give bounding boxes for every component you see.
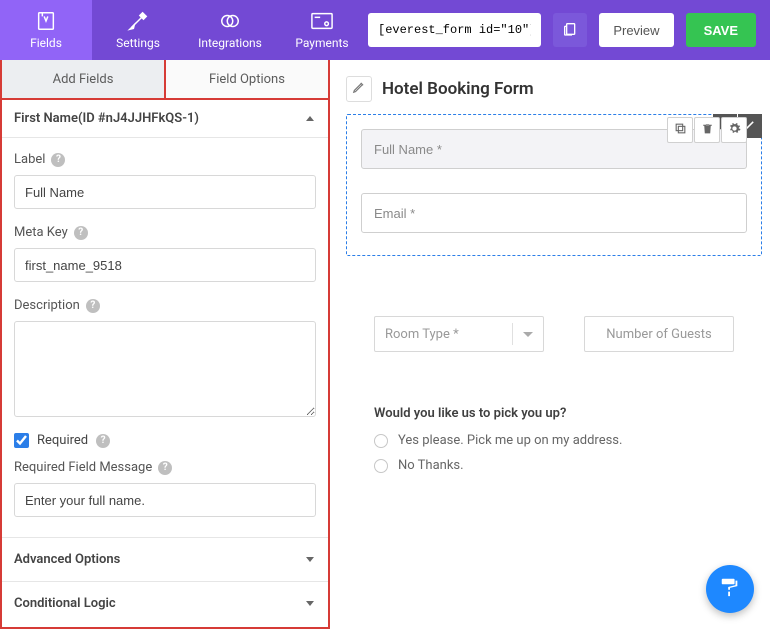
nav-tab-label: Fields [30,36,62,50]
tab-field-options[interactable]: Field Options [166,60,328,100]
guests-label: Number of Guests [606,327,711,342]
room-type-label: Room Type * [385,327,459,342]
field-section-title: First Name(ID #nJ4JJHFkQS-1) [14,111,199,126]
payments-icon [311,10,333,32]
edit-title-button[interactable] [346,76,372,102]
nav-tab-integrations[interactable]: Integrations [184,0,276,60]
pickup-question-title: Would you like us to pick you up? [374,406,762,421]
form-title: Hotel Booking Form [382,79,534,99]
pickup-question: Would you like us to pick you up? Yes pl… [374,406,762,483]
email-field[interactable] [361,193,747,233]
description-label: Description ? [14,298,316,313]
caret-up-icon [306,116,314,121]
radio-icon [374,459,388,473]
conditional-logic-toggle[interactable]: Conditional Logic [2,581,328,625]
theme-fab-button[interactable] [706,565,754,613]
nav-tab-settings[interactable]: Settings [92,0,184,60]
chevron-down-icon [523,332,533,337]
label-input[interactable] [14,175,316,209]
meta-key-label: Meta Key ? [14,225,316,240]
nav-tab-label: Payments [295,36,348,50]
integrations-icon [219,10,241,32]
pickup-option-no[interactable]: No Thanks. [374,458,762,473]
radio-icon [374,434,388,448]
field-settings-button[interactable] [721,117,747,143]
clipboard-icon [562,21,578,40]
copy-icon [674,122,687,139]
tab-add-fields[interactable]: Add Fields [2,60,166,100]
copy-shortcode-button[interactable] [553,13,587,47]
save-button[interactable]: SAVE [686,13,756,47]
form-canvas: Hotel Booking Form Room Type * [330,60,770,629]
field-delete-button[interactable] [694,117,720,143]
form-row-container [346,114,762,256]
nav-tab-fields[interactable]: Fields [0,0,92,60]
required-msg-label: Required Field Message ? [14,460,316,475]
field-duplicate-button[interactable] [667,117,693,143]
help-icon[interactable]: ? [96,434,110,448]
shortcode-box [368,13,541,47]
settings-icon [127,10,149,32]
nav-tab-label: Settings [116,36,160,50]
label-label: Label ? [14,152,316,167]
sidebar-panel: Add Fields Field Options First Name(ID #… [0,60,330,629]
shortcode-input[interactable] [368,13,541,47]
top-navbar: Fields Settings Integrations Payments Pr… [0,0,770,60]
caret-down-icon [306,601,314,606]
pencil-icon [352,80,366,98]
nav-tab-payments[interactable]: Payments [276,0,368,60]
preview-button[interactable]: Preview [599,13,673,47]
field-section-header[interactable]: First Name(ID #nJ4JJHFkQS-1) [2,100,328,138]
help-icon[interactable]: ? [86,299,100,313]
description-textarea[interactable] [14,321,316,417]
room-type-select[interactable]: Room Type * [374,316,544,352]
help-icon[interactable]: ? [158,461,172,475]
advanced-options-toggle[interactable]: Advanced Options [2,537,328,581]
trash-icon [701,122,714,139]
help-icon[interactable]: ? [74,226,88,240]
fields-icon [35,10,57,32]
required-msg-input[interactable] [14,483,316,517]
caret-down-icon [306,557,314,562]
required-label: Required [37,433,88,448]
required-checkbox[interactable] [14,433,29,448]
help-icon[interactable]: ? [51,153,65,167]
meta-key-input[interactable] [14,248,316,282]
nav-tab-label: Integrations [198,36,262,50]
pickup-option-yes[interactable]: Yes please. Pick me up on my address. [374,433,762,448]
paint-roller-icon [719,576,741,602]
guests-field[interactable]: Number of Guests [584,316,734,352]
gear-icon [728,122,741,139]
